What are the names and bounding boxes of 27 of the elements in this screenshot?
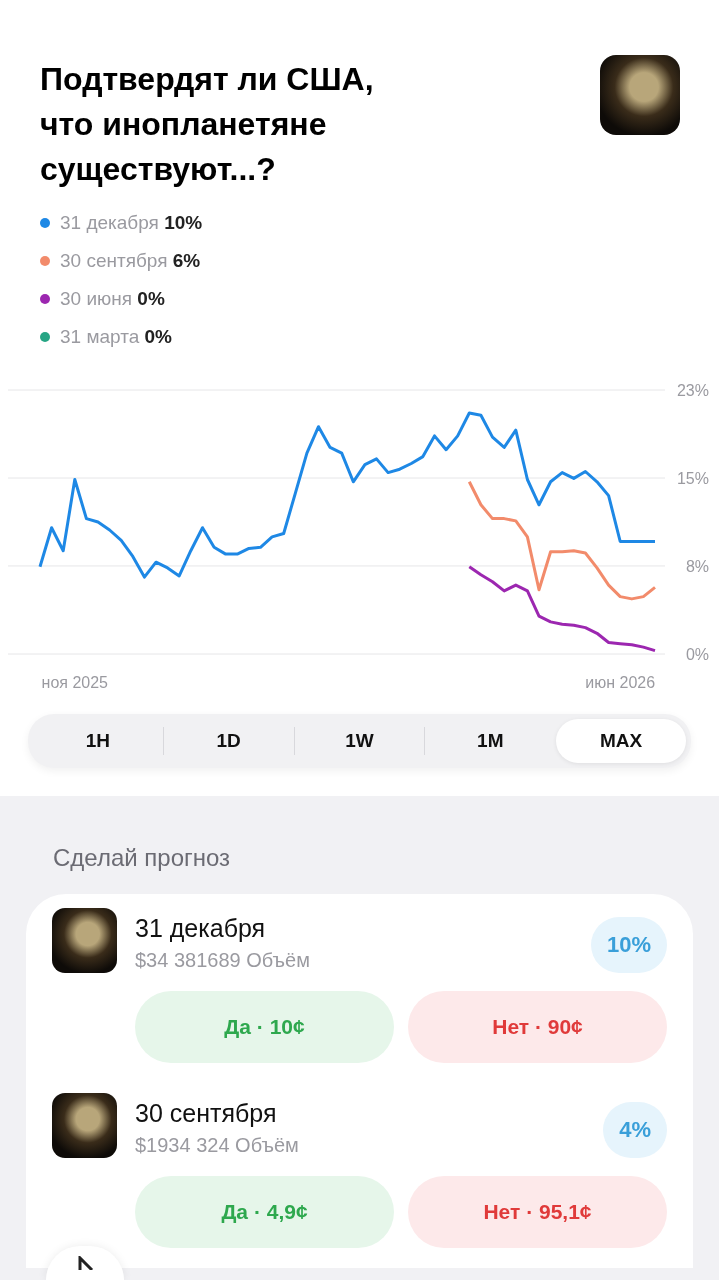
- legend-label: 30 июня 0%: [60, 288, 165, 310]
- section-heading: Сделай прогноз: [52, 844, 232, 872]
- axis-label: июн 2026: [585, 674, 656, 691]
- axis-label: 23%: [676, 382, 709, 399]
- volume-text: $34 381689 Объём: [135, 949, 311, 972]
- range-tab[interactable]: 1H: [33, 719, 163, 763]
- range-tab[interactable]: 1W: [294, 719, 425, 763]
- market-name: 30 сентября: [135, 1099, 278, 1128]
- photo-placeholder: [52, 1093, 117, 1158]
- chance-badge: 4%: [603, 1102, 667, 1158]
- photo-placeholder: [52, 908, 117, 973]
- no-button[interactable]: Нет · 95,1¢: [408, 1176, 667, 1248]
- axis-label: 15%: [676, 470, 709, 488]
- axis-label: 0%: [685, 646, 709, 663]
- range-tab[interactable]: MAX: [556, 719, 686, 763]
- axis-label: 8%: [685, 557, 709, 575]
- range-tab[interactable]: 1D: [163, 719, 294, 763]
- legend-label: 30 сентября 6%: [60, 250, 201, 272]
- market-name: 31 декабря: [135, 914, 267, 943]
- axis-label: ноя 2025: [41, 674, 109, 691]
- volume-text: $1934 324 Объём: [135, 1134, 300, 1157]
- question-title: Подтвердят ли США, что инопланетяне существуют...?: [40, 60, 375, 189]
- range-tab[interactable]: 1M: [425, 719, 556, 763]
- legend-label: 31 марта 0%: [60, 326, 172, 348]
- no-button[interactable]: Нет · 90¢: [408, 991, 667, 1063]
- chance-badge: 10%: [590, 917, 667, 973]
- legend-label: 31 декабря 10%: [60, 212, 203, 234]
